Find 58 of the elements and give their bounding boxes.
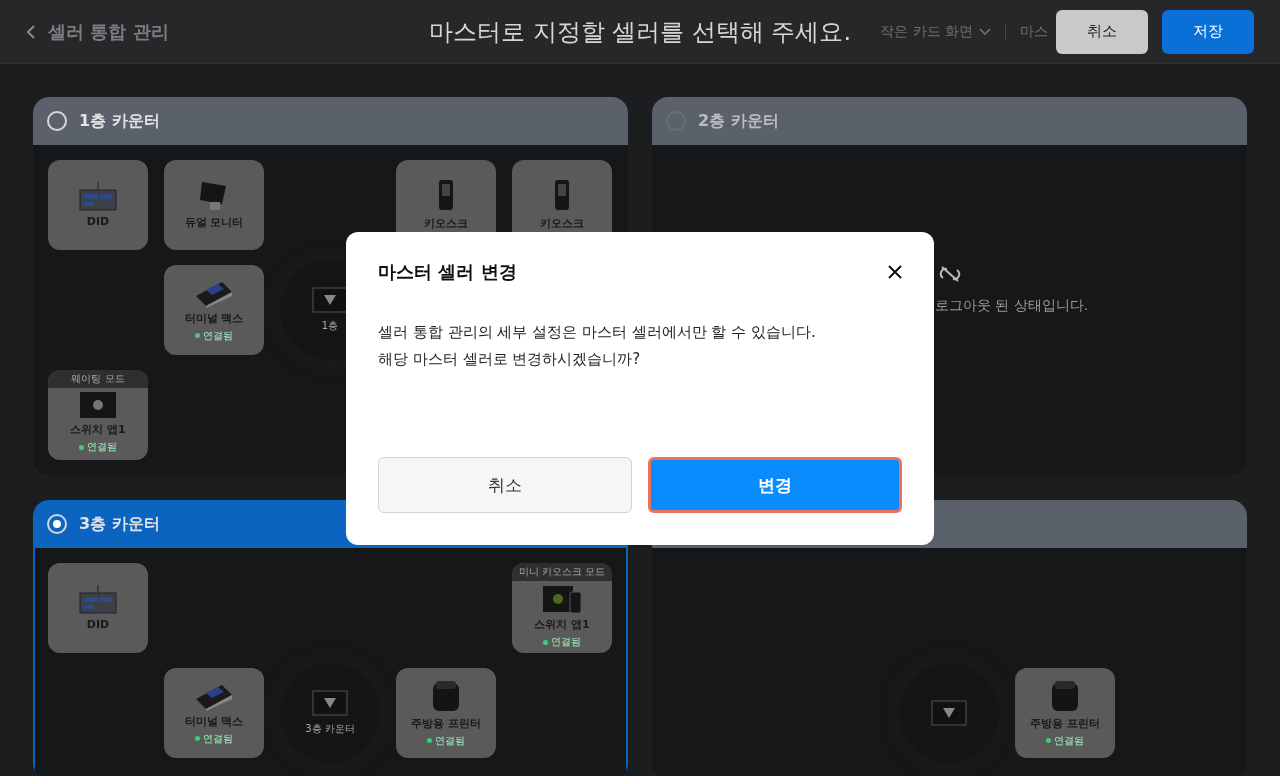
kiosk-icon — [436, 179, 456, 213]
device-card[interactable]: 주방용 프린터 연결됨 — [396, 668, 496, 758]
device-name: DID — [86, 215, 110, 228]
connection-status: 연결됨 — [195, 328, 233, 343]
device-name: 주방용 프린터 — [411, 715, 481, 731]
connection-status: 연결됨 — [195, 731, 233, 746]
view-dropdown[interactable]: 작은 카드 화면 — [880, 22, 991, 41]
unlink-icon — [938, 265, 961, 283]
monitor-icon — [312, 287, 348, 313]
device-name: 스위치 앱1 — [534, 617, 590, 632]
device-name: 듀얼 모니터 — [184, 215, 244, 230]
store-card[interactable]: 주방용 프린터 연결됨 — [652, 500, 1247, 776]
display-board-icon — [78, 182, 118, 212]
toggle-label: 마스 — [1020, 22, 1048, 41]
store-header[interactable]: 1층 카운터 — [33, 97, 628, 145]
hub-label: 1층 — [321, 319, 339, 333]
device-card[interactable]: 웨이팅 모드 스위치 앱1 연결됨 — [48, 370, 148, 460]
page-title: 셀러 통합 관리 — [48, 19, 169, 44]
device-card[interactable]: 주방용 프린터 연결됨 — [1015, 668, 1115, 758]
tablet-icon — [79, 391, 117, 419]
store-name: 3층 카운터 — [79, 513, 160, 535]
logged-out-message: 로그아웃 된 상태입니다. — [934, 297, 1089, 315]
printer-icon — [430, 678, 462, 713]
save-button[interactable]: 저장 — [1162, 9, 1254, 54]
tablet-phone-icon — [542, 584, 582, 614]
connection-status: 연결됨 — [1046, 733, 1084, 748]
display-board-icon — [78, 585, 118, 615]
confirm-button[interactable]: 변경 — [648, 457, 902, 513]
connection-status: 연결됨 — [79, 440, 117, 454]
monitor-icon — [931, 700, 967, 726]
store-name: 1층 카운터 — [79, 110, 160, 132]
chevron-down-icon — [979, 27, 991, 36]
monitor-icon — [312, 690, 348, 716]
mode-label: 미니 키오스크 모드 — [512, 563, 612, 581]
mode-label: 웨이팅 모드 — [48, 370, 148, 388]
device-name: 스위치 앱1 — [70, 422, 126, 437]
device-card[interactable]: 터미널 맥스 연결됨 — [164, 265, 264, 355]
device-name: 주방용 프린터 — [1030, 715, 1100, 731]
device-card[interactable]: 미니 키오스크 모드 스위치 앱1 연결됨 — [512, 563, 612, 653]
back-icon[interactable] — [26, 24, 36, 39]
cancel-button[interactable]: 취소 — [1056, 9, 1148, 54]
instruction-heading: 마스터로 지정할 셀러를 선택해 주세요. — [428, 16, 852, 48]
store-card[interactable]: 3층 카운터 DID 미니 키오스크 모드 스위치 앱1 연결됨 터미널 맥스 연결됨 3층 카운터 주방용 프린터 연결됨 — [33, 500, 628, 776]
device-name: 키오스크 — [424, 216, 468, 231]
store-name: 2층 카운터 — [698, 110, 779, 132]
device-card[interactable]: 터미널 맥스 연결됨 — [164, 668, 264, 758]
hub-label: 3층 카운터 — [305, 722, 355, 736]
device-name: DID — [86, 618, 110, 631]
device-name: 키오스크 — [540, 216, 584, 231]
device-name: 터미널 맥스 — [184, 310, 244, 326]
dialog-title: 마스터 셀러 변경 — [378, 260, 517, 284]
connection-status: 연결됨 — [543, 635, 581, 649]
device-name: 터미널 맥스 — [184, 713, 244, 729]
printer-icon — [1049, 678, 1081, 713]
cancel-button[interactable]: 취소 — [378, 457, 632, 513]
connection-status: 연결됨 — [427, 733, 465, 748]
kiosk-icon — [552, 179, 572, 213]
close-icon[interactable] — [888, 265, 902, 279]
